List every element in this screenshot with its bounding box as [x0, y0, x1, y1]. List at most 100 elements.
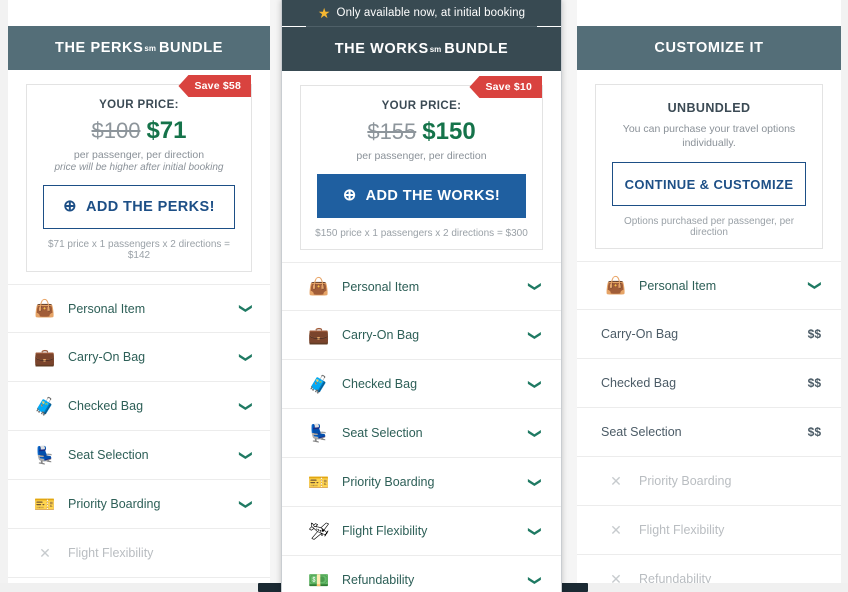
feature-label: Checked Bag [68, 399, 144, 413]
continue-and-customize-button-label: CONTINUE & CUSTOMIZE [624, 176, 794, 192]
unbundled-title: UNBUNDLED [667, 101, 751, 115]
luggage-icon: 🧳 [34, 396, 56, 416]
feature-label: Carry-On Bag [601, 327, 679, 342]
feature-label: Priority Boarding [68, 497, 161, 511]
feature-row-checked-bag[interactable]: 🧳 Checked Bag ❯ [8, 382, 270, 431]
chevron-down-icon[interactable]: ❯ [808, 280, 823, 291]
feature-row-personal-item[interactable]: 👜 Personal Item ❯ [8, 284, 270, 333]
feature-row-priority-boarding[interactable]: 🎫 Priority Boarding ❯ [8, 480, 270, 529]
star-icon: ★ [317, 5, 331, 21]
suitcase-icon: 💼 [308, 325, 330, 345]
feature-row-personal-item[interactable]: 👜 Personal Item ❯ [282, 262, 561, 311]
feature-row-checked-bag[interactable]: Checked Bag $$ [577, 359, 841, 409]
works-per-text: per passenger, per direction [356, 150, 487, 162]
tickets-icon: 🎫 [34, 494, 56, 514]
works-bundle-sm-mark: sm [429, 44, 442, 54]
feature-price: $$ [807, 327, 821, 342]
perks-price-note: price will be higher after initial booki… [54, 162, 224, 173]
chevron-down-icon[interactable]: ❯ [528, 575, 543, 586]
perks-price-discounted: $71 [146, 117, 187, 144]
perks-bundle-title: THE PERKS [55, 40, 144, 56]
bundle-comparison-page: THE PERKS sm BUNDLE Save $58 YOUR PRICE: $… [0, 0, 848, 592]
chevron-down-icon[interactable]: ❯ [528, 281, 543, 292]
feature-row-refundability[interactable]: 💵 Refundability ❯ [282, 556, 561, 592]
feature-label: Seat Selection [601, 425, 682, 440]
x-mark-icon: ✕ [610, 522, 622, 539]
continue-and-customize-button[interactable]: CONTINUE & CUSTOMIZE [612, 162, 806, 207]
feature-row-checked-bag[interactable]: 🧳 Checked Bag ❯ [282, 360, 561, 409]
feature-price: $$ [807, 376, 821, 391]
perks-total-calculation: $71 price x 1 passengers x 2 directions … [47, 239, 231, 261]
feature-row-carry-on-bag[interactable]: 💼 Carry-On Bag ❯ [282, 311, 561, 360]
x-mark-icon: ✕ [39, 545, 51, 561]
feature-label: Checked Bag [601, 376, 677, 391]
works-your-price-label: YOUR PRICE: [381, 100, 462, 112]
feature-row-priority-boarding[interactable]: 🎫 Priority Boarding ❯ [282, 458, 561, 507]
perks-per-text: per passenger, per direction [73, 149, 205, 161]
feature-label: Refundability [342, 573, 415, 587]
chevron-down-icon[interactable]: ❯ [239, 352, 254, 363]
feature-label: Personal Item [639, 278, 717, 293]
perks-price-card: Save $58 YOUR PRICE: $100 $71 per passeng… [26, 75, 252, 272]
feature-row-carry-on-bag[interactable]: 💼 Carry-On Bag ❯ [8, 333, 270, 382]
chevron-down-icon[interactable]: ❯ [239, 303, 254, 314]
works-price-discounted: $150 [422, 118, 476, 145]
works-bundle-column: ★ Only available now, at initial booking… [281, 0, 562, 592]
feature-row-seat-selection[interactable]: Seat Selection $$ [577, 408, 841, 458]
perks-price-card-wrap: Save $58 YOUR PRICE: $100 $71 per passeng… [8, 70, 270, 272]
feature-label: Priority Boarding [342, 475, 435, 489]
works-promo-strip: ★ Only available now, at initial booking [282, 0, 561, 26]
column-gutter-right [563, 0, 577, 592]
luggage-icon: 🧳 [308, 374, 330, 394]
feature-price: $$ [807, 425, 821, 440]
works-price-card: Save $10 YOUR PRICE: $155 $150 per passen… [300, 76, 543, 250]
customize-feature-list: 👜 Personal Item ❯ Carry-On Bag $$ Checke… [577, 261, 841, 592]
perks-price-original: $100 [91, 118, 141, 143]
page-left-edge [0, 0, 8, 592]
perks-price-line: $100 $71 [39, 117, 239, 145]
airplane-icon: 🛩 [308, 521, 330, 541]
feature-row-flight-flexibility: ✕ Flight Flexibility [577, 506, 841, 556]
plus-circle-icon: ⊕ [342, 187, 357, 204]
add-the-works-button[interactable]: ⊕ ADD THE WORKS! [317, 174, 526, 218]
perks-bundle-title-suffix: BUNDLE [158, 40, 223, 56]
works-savings-ribbon: Save $10 [469, 76, 542, 98]
feature-label: Flight Flexibility [639, 523, 725, 538]
tickets-icon: 🎫 [308, 472, 330, 492]
feature-label: Seat Selection [68, 448, 149, 462]
suitcase-icon: 💼 [34, 347, 56, 367]
feature-label: Seat Selection [342, 426, 423, 440]
feature-label: Flight Flexibility [342, 524, 428, 538]
feature-label: Priority Boarding [639, 474, 732, 489]
chevron-down-icon[interactable]: ❯ [528, 477, 543, 488]
feature-row-seat-selection[interactable]: 💺 Seat Selection ❯ [8, 431, 270, 480]
feature-row-carry-on-bag[interactable]: Carry-On Bag $$ [577, 310, 841, 360]
page-right-edge [841, 0, 848, 592]
seat-icon: 💺 [308, 423, 330, 443]
unbundled-card: UNBUNDLED You can purchase your travel o… [595, 84, 823, 250]
chevron-down-icon[interactable]: ❯ [528, 379, 543, 390]
perks-bundle-banner: THE PERKS sm BUNDLE [8, 26, 270, 70]
feature-label: Carry-On Bag [342, 328, 420, 342]
chevron-down-icon[interactable]: ❯ [239, 401, 254, 412]
feature-row-flight-flexibility: ✕ Flight Flexibility [8, 529, 270, 578]
money-icon: 💵 [308, 570, 330, 590]
feature-label: Flight Flexibility [68, 546, 154, 560]
perks-bundle-column: THE PERKS sm BUNDLE Save $58 YOUR PRICE: $… [8, 0, 270, 592]
works-total-calculation: $150 price x 1 passengers x 2 directions… [315, 228, 528, 239]
chevron-down-icon[interactable]: ❯ [528, 428, 543, 439]
feature-row-flight-flexibility[interactable]: 🛩 Flight Flexibility ❯ [282, 507, 561, 556]
handbag-icon: 👜 [34, 299, 56, 318]
chevron-down-icon[interactable]: ❯ [239, 499, 254, 510]
feature-label: Carry-On Bag [68, 350, 146, 364]
works-feature-list: 👜 Personal Item ❯ 💼 Carry-On Bag ❯ 🧳 Che… [282, 262, 561, 592]
add-the-perks-button[interactable]: ⊕ ADD THE PERKS! [43, 185, 235, 229]
chevron-down-icon[interactable]: ❯ [528, 330, 543, 341]
feature-row-priority-boarding: ✕ Priority Boarding [577, 457, 841, 507]
perks-your-price-label: YOUR PRICE: [99, 99, 179, 111]
chevron-down-icon[interactable]: ❯ [239, 450, 254, 461]
works-price-card-wrap: Save $10 YOUR PRICE: $155 $150 per passen… [282, 71, 561, 250]
feature-row-seat-selection[interactable]: 💺 Seat Selection ❯ [282, 409, 561, 458]
chevron-down-icon[interactable]: ❯ [528, 526, 543, 537]
feature-row-personal-item[interactable]: 👜 Personal Item ❯ [577, 261, 841, 311]
